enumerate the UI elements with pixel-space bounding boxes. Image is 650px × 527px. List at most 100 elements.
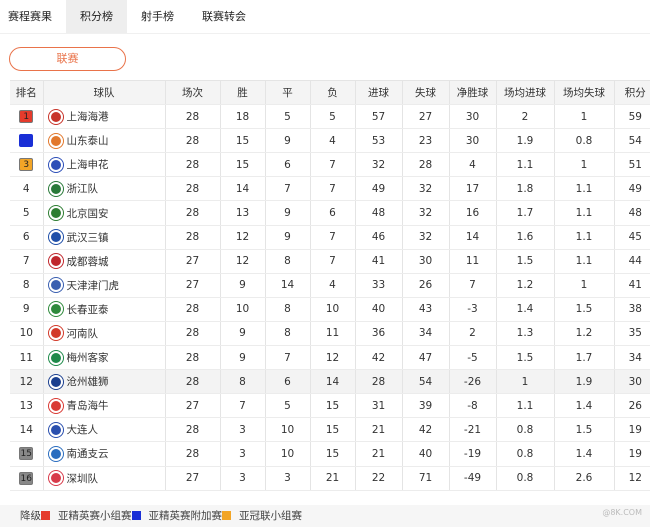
- stat-avg_gf: 1.2: [495, 273, 554, 298]
- stat-played: 27: [164, 393, 220, 419]
- team-name[interactable]: 上海申花: [67, 159, 109, 171]
- table-row[interactable]: 5 北京国安 28 13 9 6 48 32 16 1.7 1.1 48: [10, 200, 650, 226]
- team-cell[interactable]: 河南队: [42, 321, 165, 347]
- team-name[interactable]: 长春亚泰: [67, 304, 109, 316]
- table-row[interactable]: 4 浙江队 28 14 7 7 49 32 17 1.8 1.1 49: [10, 176, 650, 202]
- stat-avg_ga: 1.4: [553, 393, 614, 419]
- table-row[interactable]: 2 山东泰山 28 15 9 4 53 23 30 1.9 0.8 54: [10, 128, 650, 154]
- stat-gd: -3: [448, 297, 496, 322]
- rank-cell: 10: [10, 321, 43, 347]
- rank-value: 4: [22, 182, 30, 195]
- team-logo-icon: [48, 278, 63, 293]
- team-cell[interactable]: 成都蓉城: [42, 249, 165, 274]
- table-row[interactable]: 9 长春亚泰 28 10 8 10 40 43 -3 1.4 1.5 38: [10, 297, 650, 322]
- team-cell[interactable]: 南通支云: [42, 441, 165, 467]
- team-cell[interactable]: 北京国安: [42, 200, 165, 226]
- table-row[interactable]: 8 天津津门虎 27 9 14 4 33 26 7 1.2 1 41: [10, 273, 650, 298]
- table-row[interactable]: 3 上海申花 28 15 6 7 32 28 4 1.1 1 51: [10, 152, 650, 178]
- tab-0[interactable]: 赛程赛果: [0, 0, 66, 33]
- table-row[interactable]: 15 南通支云 28 3 10 15 21 40 -19 0.8 1.4 19: [10, 441, 650, 467]
- stat-pts: 30: [613, 369, 650, 395]
- stat-ga: 39: [401, 393, 449, 419]
- team-name[interactable]: 浙江队: [67, 183, 99, 195]
- legend-swatch-icon: [41, 511, 50, 520]
- stat-gf: 33: [354, 273, 402, 298]
- team-name[interactable]: 梅州客家: [67, 352, 109, 364]
- tab-1[interactable]: 积分榜: [66, 0, 127, 33]
- stat-ga: 40: [401, 441, 449, 467]
- team-cell[interactable]: 青岛海牛: [42, 393, 165, 419]
- stat-gf: 21: [354, 417, 402, 443]
- table-row[interactable]: 6 武汉三镇 28 12 9 7 46 32 14 1.6 1.1 45: [10, 225, 650, 250]
- team-logo-icon: [48, 374, 63, 389]
- stat-d: 8: [264, 297, 310, 322]
- stat-w: 12: [219, 225, 265, 250]
- team-name[interactable]: 山东泰山: [67, 135, 109, 147]
- table-row[interactable]: 16 深圳队 27 3 3 21 22 71 -49 0.8 2.6 12: [10, 466, 650, 491]
- stat-l: 15: [309, 417, 355, 443]
- stat-gf: 21: [354, 441, 402, 467]
- team-name[interactable]: 武汉三镇: [67, 232, 109, 244]
- rank-value: 14: [19, 423, 33, 436]
- stat-d: 9: [264, 200, 310, 226]
- team-name[interactable]: 深圳队: [67, 473, 99, 485]
- stat-pts: 51: [613, 152, 650, 178]
- table-row[interactable]: 14 大连人 28 3 10 15 21 42 -21 0.8 1.5 19: [10, 417, 650, 443]
- tab-3[interactable]: 联赛转会: [188, 0, 260, 33]
- team-name[interactable]: 北京国安: [67, 208, 109, 220]
- team-cell[interactable]: 武汉三镇: [42, 225, 165, 250]
- team-name[interactable]: 河南队: [67, 328, 99, 340]
- stat-gf: 22: [354, 466, 402, 491]
- rank-cell: 15: [10, 441, 43, 467]
- team-name[interactable]: 成都蓉城: [67, 256, 109, 268]
- stat-l: 7: [309, 225, 355, 250]
- team-name[interactable]: 青岛海牛: [67, 400, 109, 412]
- legend-label: 亚冠联小组赛: [239, 510, 302, 522]
- stat-pts: 44: [613, 249, 650, 274]
- stat-ga: 28: [401, 152, 449, 178]
- tab-2[interactable]: 射手榜: [127, 0, 188, 33]
- team-name[interactable]: 南通支云: [67, 448, 109, 460]
- stat-w: 3: [219, 466, 265, 491]
- team-logo-icon: [48, 302, 63, 317]
- team-cell[interactable]: 上海申花: [42, 152, 165, 178]
- stat-gd: 4: [448, 152, 496, 178]
- table-row[interactable]: 12 沧州雄狮 28 8 6 14 28 54 -26 1 1.9 30: [10, 369, 650, 395]
- team-cell[interactable]: 上海海港: [42, 104, 165, 130]
- team-name[interactable]: 沧州雄狮: [67, 376, 109, 388]
- team-logo-icon: [48, 398, 63, 413]
- stat-l: 7: [309, 176, 355, 202]
- legend-swatch-icon: [222, 511, 231, 520]
- stat-gf: 28: [354, 369, 402, 395]
- watermark: @8K.COM: [602, 508, 642, 517]
- stat-d: 8: [264, 249, 310, 274]
- team-cell[interactable]: 长春亚泰: [42, 297, 165, 322]
- table-row[interactable]: 7 成都蓉城 27 12 8 7 41 30 11 1.5 1.1 44: [10, 249, 650, 274]
- stat-played: 28: [164, 128, 220, 154]
- team-cell[interactable]: 天津津门虎: [42, 273, 165, 298]
- stat-w: 3: [219, 417, 265, 443]
- team-cell[interactable]: 梅州客家: [42, 345, 165, 371]
- team-logo-icon: [48, 446, 63, 461]
- team-cell[interactable]: 浙江队: [42, 176, 165, 202]
- stat-pts: 19: [613, 441, 650, 467]
- column-header: 积分: [613, 79, 650, 106]
- team-cell[interactable]: 深圳队: [42, 466, 165, 491]
- team-cell[interactable]: 大连人: [42, 417, 165, 443]
- table-row[interactable]: 1 上海海港 28 18 5 5 57 27 30 2 1 59: [10, 104, 650, 130]
- team-cell[interactable]: 沧州雄狮: [42, 369, 165, 395]
- league-filter-button[interactable]: 联赛: [9, 47, 126, 71]
- team-logo-icon: [48, 181, 63, 196]
- team-name[interactable]: 大连人: [67, 424, 99, 436]
- team-name[interactable]: 上海海港: [67, 111, 109, 123]
- team-name[interactable]: 天津津门虎: [67, 280, 120, 292]
- stat-avg_gf: 1.9: [495, 128, 554, 154]
- stat-d: 6: [264, 152, 310, 178]
- stat-ga: 30: [401, 249, 449, 274]
- table-row[interactable]: 10 河南队 28 9 8 11 36 34 2 1.3 1.2 35: [10, 321, 650, 347]
- table-row[interactable]: 11 梅州客家 28 9 7 12 42 47 -5 1.5 1.7 34: [10, 345, 650, 371]
- team-cell[interactable]: 山东泰山: [42, 128, 165, 154]
- team-logo-icon: [48, 109, 63, 124]
- table-row[interactable]: 13 青岛海牛 27 7 5 15 31 39 -8 1.1 1.4 26: [10, 393, 650, 419]
- stat-d: 7: [264, 176, 310, 202]
